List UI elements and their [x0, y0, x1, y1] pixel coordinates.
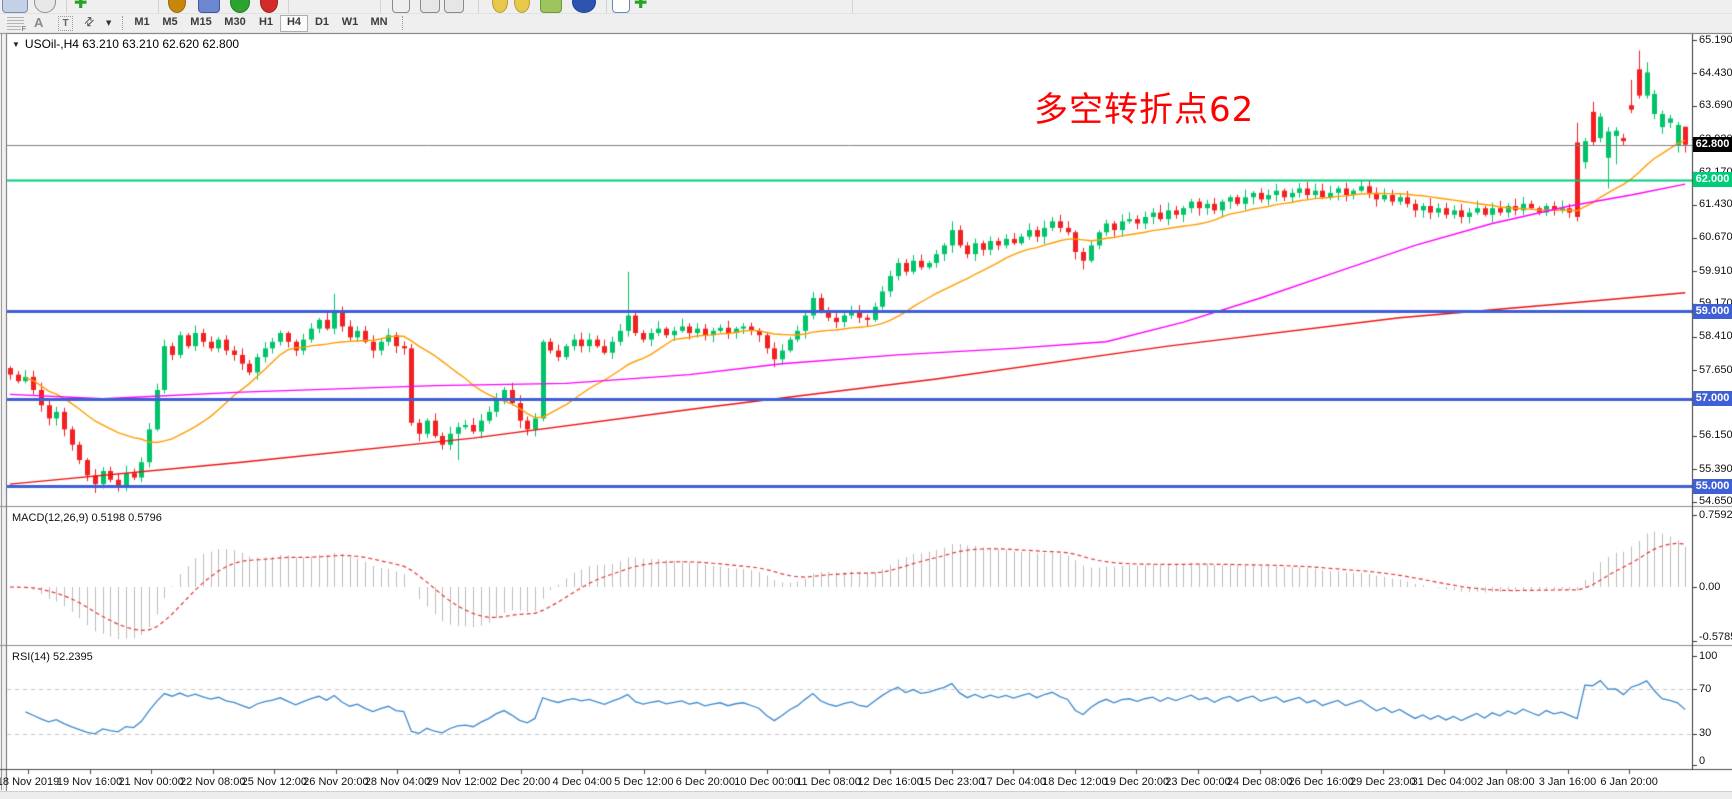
mt4-window: ✚✚ TF A T ⇅ ▼ M1M5M15M30H1H4D1W1MN ▼USOi… [0, 0, 1732, 799]
chart-canvas[interactable] [0, 0, 1732, 799]
